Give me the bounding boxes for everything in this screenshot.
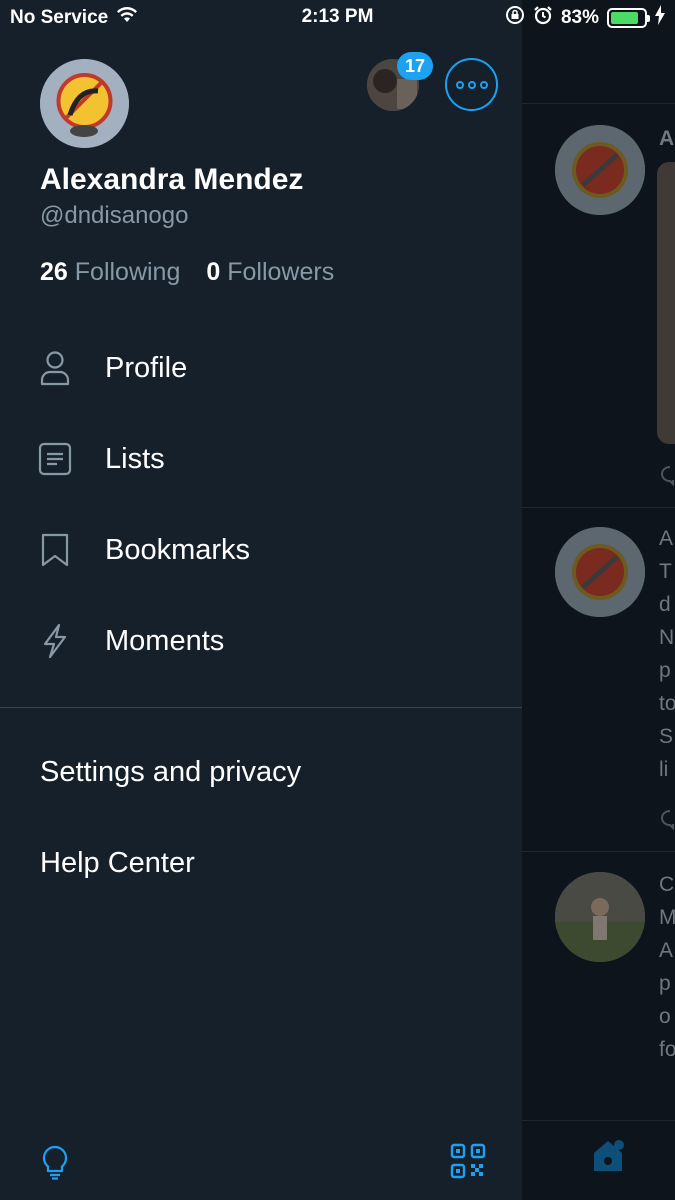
media-card[interactable]: [657, 162, 675, 444]
person-icon: [38, 349, 72, 387]
user-handle[interactable]: @dndisanogo: [40, 202, 188, 230]
bookmark-icon: [38, 531, 72, 569]
home-tab-icon[interactable]: [588, 1135, 628, 1180]
tweet-author: A: [659, 127, 675, 150]
night-mode-bulb-icon[interactable]: [40, 1144, 70, 1185]
tweet-text: C M A p o fo: [659, 873, 675, 1061]
battery-icon: [607, 8, 650, 28]
qr-code-icon[interactable]: [450, 1143, 486, 1184]
alarm-icon: [533, 5, 553, 31]
dot-icon: [479, 80, 488, 89]
dot-icon: [455, 80, 464, 89]
list-icon: [38, 440, 72, 478]
reply-icon[interactable]: [659, 808, 675, 835]
dot-icon: [467, 80, 476, 89]
following-label: Following: [74, 258, 181, 286]
timeline-tweet[interactable]: A T d N p to S li: [522, 508, 675, 852]
following-link[interactable]: 26 Following: [40, 258, 180, 287]
menu-label: Bookmarks: [105, 533, 251, 566]
tweet-text: A T d N p to S li: [659, 527, 675, 781]
lightning-icon: [38, 622, 72, 660]
status-bar: No Service 2:13 PM 83%: [0, 0, 675, 34]
charging-icon: [655, 5, 665, 31]
reply-icon[interactable]: [659, 464, 675, 491]
background-timeline[interactable]: A A T d N p to S li C M A p o fo: [522, 0, 675, 1200]
menu-item-profile[interactable]: Profile: [0, 333, 522, 403]
menu-item-bookmarks[interactable]: Bookmarks: [0, 515, 522, 585]
settings-and-privacy-link[interactable]: Settings and privacy: [40, 756, 301, 789]
followers-count: 0: [206, 258, 221, 286]
menu-divider: [0, 707, 522, 708]
menu-label: Moments: [105, 624, 225, 657]
more-accounts-button[interactable]: [445, 58, 498, 111]
menu-item-lists[interactable]: Lists: [0, 424, 522, 494]
timeline-tweet[interactable]: C M A p o fo: [522, 852, 675, 1120]
follow-stats: 26 Following 0 Followers: [40, 258, 334, 287]
avatar[interactable]: [555, 872, 645, 962]
side-drawer: 17 Alexandra Mendez @dndisanogo 26 Follo…: [0, 0, 522, 1200]
avatar[interactable]: [555, 125, 645, 215]
followers-label: Followers: [227, 258, 335, 286]
menu-label: Profile: [105, 351, 188, 384]
display-name[interactable]: Alexandra Mendez: [40, 163, 303, 197]
menu-item-moments[interactable]: Moments: [0, 606, 522, 676]
orientation-lock-icon: [505, 5, 525, 31]
menu-label: Lists: [105, 442, 165, 475]
status-right: 83%: [505, 5, 665, 31]
following-count: 26: [40, 258, 68, 286]
avatar[interactable]: [555, 527, 645, 617]
timeline-tweet[interactable]: A: [522, 104, 675, 508]
battery-fill: [611, 12, 638, 24]
help-center-link[interactable]: Help Center: [40, 847, 195, 880]
tab-bar: [522, 1120, 675, 1200]
notification-badge: 17: [397, 52, 433, 80]
profile-avatar[interactable]: [40, 59, 129, 148]
battery-percent: 83%: [560, 7, 599, 28]
followers-link[interactable]: 0 Followers: [206, 258, 334, 287]
